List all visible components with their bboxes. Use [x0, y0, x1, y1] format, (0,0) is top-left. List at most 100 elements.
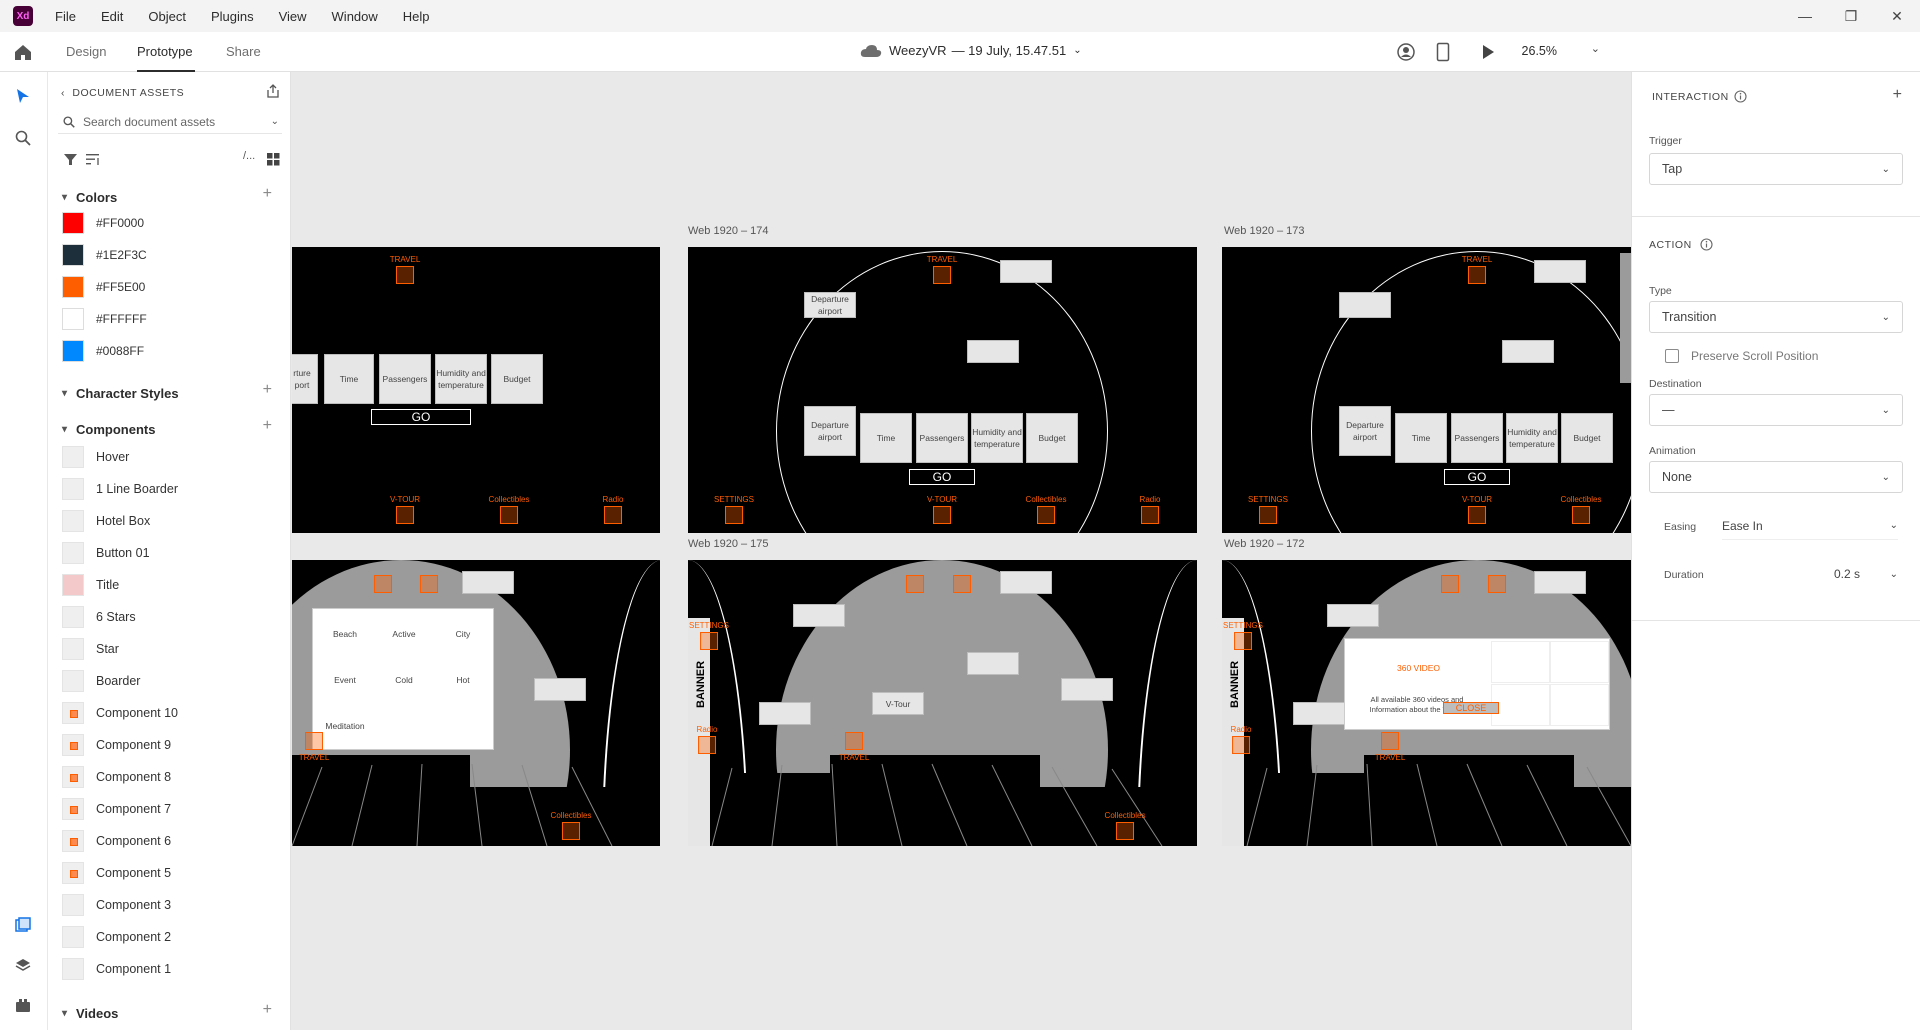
- humidity-box[interactable]: Humidity and temperature: [971, 413, 1023, 463]
- menu-plugins[interactable]: Plugins: [211, 9, 254, 24]
- trigger-dropdown[interactable]: Tap ⌄: [1649, 153, 1903, 185]
- white-box[interactable]: [1293, 702, 1345, 725]
- back-chevron-icon[interactable]: ‹: [61, 87, 65, 99]
- search-input[interactable]: Search document assets: [83, 115, 215, 129]
- layers-icon[interactable]: [15, 957, 31, 973]
- white-box[interactable]: [534, 678, 586, 701]
- departure-box[interactable]: Departure airport: [804, 406, 856, 456]
- videos-header[interactable]: ▾ Videos: [62, 1006, 118, 1021]
- artboard-174[interactable]: TRAVEL Departure airport Departure airpo…: [688, 247, 1197, 533]
- hot-option[interactable]: Hot: [435, 659, 491, 701]
- minimize-icon[interactable]: —: [1782, 0, 1828, 32]
- plugins-icon[interactable]: [15, 997, 31, 1013]
- character-styles-header[interactable]: ▾ Character Styles: [62, 386, 179, 401]
- filter-icon[interactable]: [64, 153, 77, 166]
- add-video-icon[interactable]: +: [263, 1001, 272, 1019]
- artboard-partial-top[interactable]: TRAVEL rture port Time Passengers Humidi…: [292, 247, 660, 533]
- home-icon[interactable]: [12, 41, 34, 63]
- radio-icon[interactable]: [698, 736, 716, 754]
- travel-icon[interactable]: [933, 266, 951, 284]
- preserve-scroll-checkbox[interactable]: [1665, 349, 1679, 363]
- departure-box[interactable]: Departure airport: [804, 292, 856, 318]
- color-item[interactable]: #0088FF: [62, 340, 144, 362]
- component-item[interactable]: Component 3: [62, 894, 171, 916]
- white-box[interactable]: [1327, 604, 1379, 627]
- time-box[interactable]: Time: [860, 413, 912, 463]
- menu-view[interactable]: View: [279, 9, 307, 24]
- budget-box[interactable]: Budget: [1561, 413, 1613, 463]
- white-box[interactable]: [1000, 260, 1052, 283]
- video-thumb[interactable]: [1491, 684, 1550, 726]
- artboard-title[interactable]: Web 1920 – 173: [1224, 225, 1305, 237]
- component-item[interactable]: Hotel Box: [62, 510, 150, 532]
- travel-icon[interactable]: [305, 732, 323, 750]
- component-item[interactable]: Hover: [62, 446, 129, 468]
- assets-icon[interactable]: [15, 917, 31, 933]
- event-option[interactable]: Event: [317, 659, 373, 701]
- tab-design[interactable]: Design: [66, 44, 106, 59]
- collectibles-icon[interactable]: [1572, 506, 1590, 524]
- sort-icon[interactable]: [86, 153, 100, 166]
- white-box[interactable]: [793, 604, 845, 627]
- travel-icon[interactable]: [1381, 732, 1399, 750]
- video-360-title[interactable]: 360 VIDEO: [1347, 643, 1490, 693]
- active-option[interactable]: Active: [376, 613, 432, 655]
- mobile-preview-icon[interactable]: [1436, 42, 1450, 62]
- user-icon[interactable]: [1397, 43, 1415, 61]
- artboard-title[interactable]: Web 1920 – 175: [688, 538, 769, 550]
- humidity-box[interactable]: Humidity and temperature: [1506, 413, 1558, 463]
- white-box[interactable]: [1534, 260, 1586, 283]
- collectibles-icon[interactable]: [500, 506, 518, 524]
- vtour-icon[interactable]: [1468, 506, 1486, 524]
- white-box[interactable]: [1502, 340, 1554, 363]
- go-button[interactable]: GO: [909, 469, 975, 485]
- type-dropdown[interactable]: Transition ⌄: [1649, 301, 1903, 333]
- menu-file[interactable]: File: [55, 9, 76, 24]
- menu-edit[interactable]: Edit: [101, 9, 123, 24]
- passengers-box[interactable]: Passengers: [379, 354, 431, 404]
- add-color-icon[interactable]: +: [263, 185, 272, 203]
- info-icon[interactable]: [1734, 90, 1747, 103]
- travel-icon[interactable]: [953, 575, 971, 593]
- info-icon[interactable]: [1700, 238, 1713, 251]
- settings-icon[interactable]: [374, 575, 392, 593]
- beach-option[interactable]: Beach: [317, 613, 373, 655]
- search-assets[interactable]: Search document assets ⌄: [58, 110, 282, 134]
- humidity-box[interactable]: Humidity and temperature: [435, 354, 487, 404]
- time-box[interactable]: Time: [1395, 413, 1447, 463]
- document-title[interactable]: WeezyVR — 19 July, 15.47.51 ⌄: [860, 43, 1082, 58]
- menu-window[interactable]: Window: [332, 9, 378, 24]
- go-button[interactable]: GO: [371, 409, 471, 425]
- list-view-icon[interactable]: /...: [243, 150, 255, 162]
- settings-icon[interactable]: [725, 506, 743, 524]
- restore-icon[interactable]: ❐: [1828, 0, 1874, 32]
- add-character-style-icon[interactable]: +: [263, 381, 272, 399]
- component-item[interactable]: Button 01: [62, 542, 150, 564]
- close-button[interactable]: CLOSE: [1443, 702, 1499, 714]
- play-icon[interactable]: [1481, 44, 1495, 60]
- artboard-title[interactable]: Web 1920 – 174: [688, 225, 769, 237]
- settings-icon[interactable]: [1259, 506, 1277, 524]
- color-item[interactable]: #FF0000: [62, 212, 144, 234]
- add-interaction-icon[interactable]: +: [1893, 86, 1902, 104]
- video-thumb[interactable]: [1550, 684, 1609, 726]
- departure-box[interactable]: Departure airport: [1339, 406, 1391, 456]
- component-item[interactable]: Component 7: [62, 798, 171, 820]
- v-tour-button[interactable]: V-Tour: [872, 692, 924, 715]
- component-item[interactable]: Component 1: [62, 958, 171, 980]
- budget-box[interactable]: Budget: [491, 354, 543, 404]
- white-box[interactable]: [967, 340, 1019, 363]
- color-item[interactable]: #FF5E00: [62, 276, 145, 298]
- component-item[interactable]: Component 9: [62, 734, 171, 756]
- white-box[interactable]: [1000, 571, 1052, 594]
- white-box[interactable]: [1534, 571, 1586, 594]
- radio-icon[interactable]: [1141, 506, 1159, 524]
- settings-icon[interactable]: [700, 632, 718, 650]
- artboard-title[interactable]: Web 1920 – 172: [1224, 538, 1305, 550]
- export-icon[interactable]: [266, 84, 280, 98]
- departure-box[interactable]: rture port: [292, 354, 318, 404]
- vtour-icon[interactable]: [933, 506, 951, 524]
- white-box[interactable]: [1339, 292, 1391, 318]
- component-item[interactable]: Component 8: [62, 766, 171, 788]
- video-thumb[interactable]: [1491, 641, 1550, 683]
